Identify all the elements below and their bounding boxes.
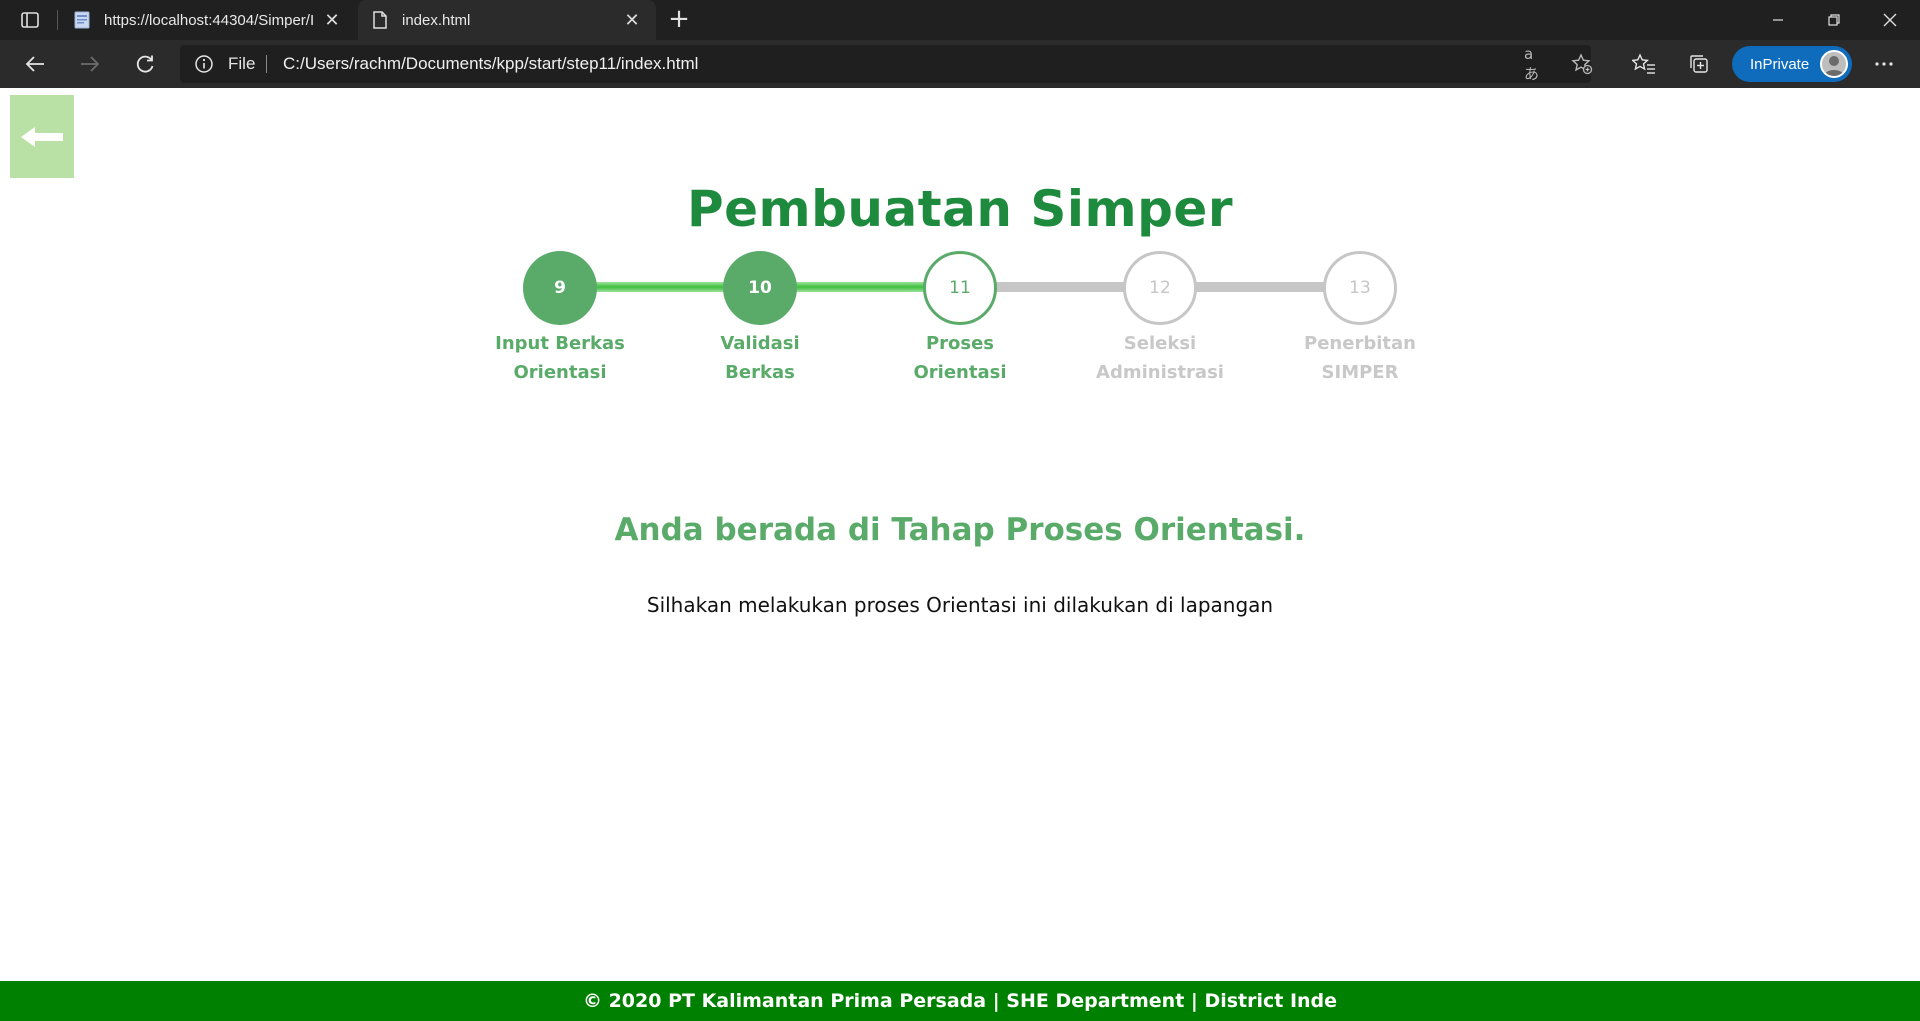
step-label: Seleksi Administrasi <box>1096 333 1224 383</box>
close-window-icon[interactable] <box>1862 0 1918 40</box>
minimize-icon[interactable] <box>1750 0 1806 40</box>
step-10[interactable]: 10 Validasi Berkas <box>660 251 860 387</box>
restore-icon[interactable] <box>1806 0 1862 40</box>
tab-title: index.html <box>402 11 471 29</box>
collections-icon[interactable] <box>1685 50 1713 78</box>
forward-arrow-icon <box>74 48 106 80</box>
inprivate-label: InPrivate <box>1750 55 1810 73</box>
favorites-icon[interactable] <box>1630 50 1658 78</box>
step-13: 13 Penerbitan SIMPER <box>1260 251 1460 387</box>
inprivate-button[interactable]: InPrivate <box>1732 46 1852 82</box>
add-favorite-icon[interactable] <box>1570 52 1594 76</box>
step-label: Input Berkas Orientasi <box>495 333 625 383</box>
step-12: 12 Seleksi Administrasi <box>1060 251 1260 387</box>
step-number: 12 <box>1123 251 1197 325</box>
step-number: 9 <box>523 251 597 325</box>
profile-avatar <box>1820 50 1848 78</box>
back-arrow-icon[interactable] <box>19 48 51 80</box>
tab-actions-icon[interactable] <box>12 8 48 32</box>
tab-localhost[interactable]: https://localhost:44304/Simper/I ✕ <box>60 0 356 40</box>
step-label: Proses Orientasi <box>913 333 1007 383</box>
step-number: 11 <box>923 251 997 325</box>
tab-index-html[interactable]: index.html ✕ <box>358 0 656 40</box>
progress-stepper: 9 Input Berkas Orientasi 10 Validasi Ber… <box>460 251 1460 391</box>
address-separator <box>266 55 267 73</box>
browser-toolbar: File C:/Users/rachm/Documents/kpp/start/… <box>0 40 1920 88</box>
stage-description: Silhakan melakukan proses Orientasi ini … <box>646 593 1274 617</box>
close-tab-icon[interactable]: ✕ <box>322 10 342 30</box>
step-label: Penerbitan SIMPER <box>1304 333 1416 383</box>
page-favicon-icon <box>74 11 90 29</box>
page-title: Pembuatan Simper <box>686 180 1234 238</box>
info-icon[interactable] <box>194 54 214 74</box>
url-text[interactable]: C:/Users/rachm/Documents/kpp/start/step1… <box>283 54 698 74</box>
close-tab-icon[interactable]: ✕ <box>622 10 642 30</box>
protocol-label: File <box>228 54 256 73</box>
more-options-icon[interactable] <box>1870 50 1898 78</box>
refresh-icon[interactable] <box>129 48 161 80</box>
read-aloud-icon[interactable]: aあ <box>1524 45 1548 83</box>
stage-heading: Anda berada di Tahap Proses Orientasi. <box>614 512 1306 548</box>
tab-title: https://localhost:44304/Simper/I <box>104 11 314 29</box>
left-arrow-icon <box>21 126 63 147</box>
page-content: Pembuatan Simper 9 Input Berkas Orientas… <box>0 88 1920 1021</box>
step-number: 10 <box>723 251 797 325</box>
back-button[interactable] <box>10 95 74 178</box>
address-bar[interactable]: File C:/Users/rachm/Documents/kpp/start/… <box>180 45 1594 83</box>
page-footer: © 2020 PT Kalimantan Prima Persada | SHE… <box>0 981 1920 1021</box>
tab-separator <box>57 10 58 30</box>
step-number: 13 <box>1323 251 1397 325</box>
new-tab-button[interactable]: + <box>667 6 691 32</box>
browser-tab-bar: https://localhost:44304/Simper/I ✕ index… <box>0 0 1920 40</box>
step-label: Validasi Berkas <box>720 333 800 383</box>
step-9[interactable]: 9 Input Berkas Orientasi <box>460 251 660 387</box>
file-icon <box>372 11 388 29</box>
step-11[interactable]: 11 Proses Orientasi <box>860 251 1060 387</box>
